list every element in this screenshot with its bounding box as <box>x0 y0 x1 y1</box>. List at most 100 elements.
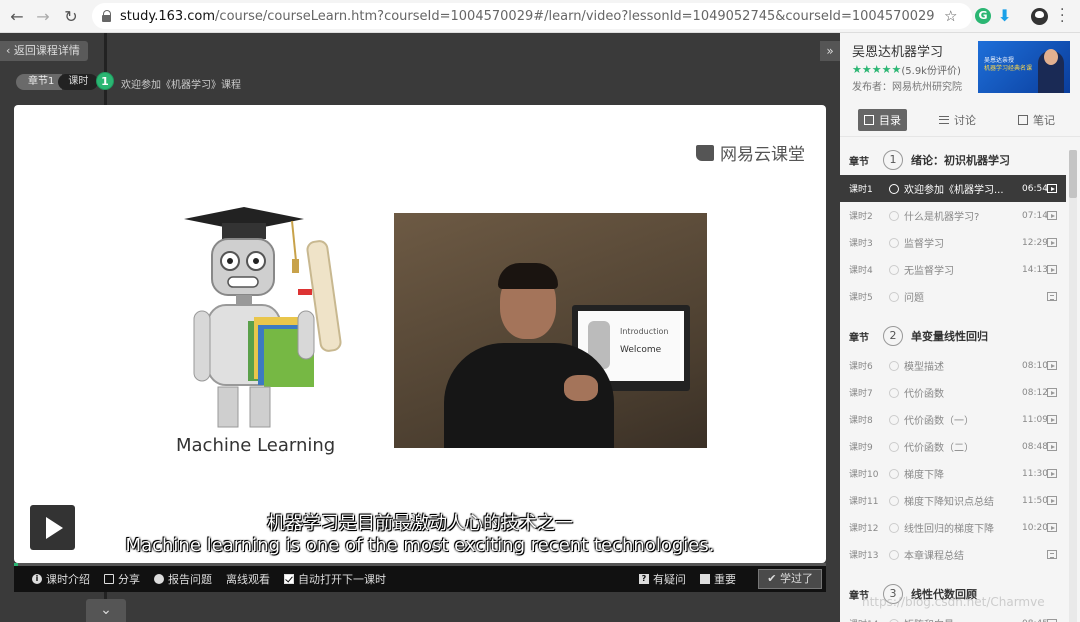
chevron-down-icon[interactable]: ⌄ <box>86 599 126 622</box>
address-bar[interactable]: study.163.com/course/courseLearn.htm?cou… <box>92 3 972 29</box>
back-arrow-icon[interactable]: ← <box>6 5 28 27</box>
lesson-row[interactable]: 课时5 问题 <box>840 283 1066 310</box>
lesson-title: 矩阵和向量 <box>904 616 1024 622</box>
profile-avatar-icon[interactable] <box>1031 8 1048 25</box>
tab-catalog[interactable]: 目录 <box>858 108 907 131</box>
lesson-row[interactable]: 课时13 本章课程总结 <box>840 541 1066 568</box>
tab-notes[interactable]: 笔记 <box>1012 109 1061 131</box>
lesson-row[interactable]: 课时14 矩阵和向量08:45 <box>840 610 1066 622</box>
lesson-row[interactable]: 课时7 代价函数 08:12 <box>840 379 1066 406</box>
lesson-label: 课时4 <box>849 266 873 276</box>
chapter-row[interactable]: 章节 1 绪论：初识机器学习 <box>840 145 1066 175</box>
share-button[interactable]: 分享 <box>104 571 140 587</box>
chapter-label: 章节 <box>849 156 869 168</box>
lesson-status-icon <box>889 237 899 248</box>
chapter-number-badge: 2 <box>883 326 903 346</box>
lesson-title: 梯度下降 <box>904 470 944 481</box>
lesson-status-icon <box>889 618 899 622</box>
video-icon <box>1047 361 1057 370</box>
lesson-label: 课时9 <box>849 443 873 453</box>
lesson-duration: 11:30 <box>1022 468 1048 479</box>
scrollbar-thumb[interactable] <box>1069 150 1077 198</box>
lesson-row[interactable]: 课时12 线性回归的梯度下降 10:20 <box>840 514 1066 541</box>
question-icon: ? <box>639 574 649 584</box>
lesson-row[interactable]: 课时1 欢迎参加《机器学习... 06:54 <box>840 175 1066 202</box>
lesson-status-icon <box>889 468 899 479</box>
lesson-title: 欢迎参加《机器学习... <box>904 185 1004 196</box>
lesson-title: 代价函数（二） <box>904 443 974 454</box>
chapter-label: 章节 <box>849 332 869 344</box>
sidebar-tabs: 目录 讨论 笔记 <box>840 103 1080 137</box>
url-text: study.163.com/course/courseLearn.htm?cou… <box>120 8 935 24</box>
catalog-scrollbar[interactable] <box>1069 150 1077 622</box>
video-frame[interactable]: 网易云课堂 Machine Learning Introduction Welc… <box>14 105 826 563</box>
video-icon <box>1047 184 1057 193</box>
lesson-intro-button[interactable]: i 课时介绍 <box>32 571 90 587</box>
browser-menu-icon[interactable]: · · · <box>1060 3 1064 29</box>
autoplay-toggle[interactable]: 自动打开下一课时 <box>284 571 386 587</box>
info-icon: i <box>32 574 42 584</box>
player-area: ‹ 返回课程详情 » 章节1 课时 1 欢迎参加《机器学习》课程 网易云课堂 M… <box>0 33 840 622</box>
important-button[interactable]: 重要 <box>700 571 736 587</box>
star-icon: ★ <box>852 63 862 76</box>
share-icon <box>104 574 114 584</box>
player-toolbar: i 课时介绍 分享 报告问题 离线观看 自动打开下一课时 ? 有疑问 重要 ✔ 学过… <box>14 566 826 592</box>
question-button[interactable]: ? 有疑问 <box>639 571 686 587</box>
star-icon: ★ <box>871 63 882 76</box>
play-icon[interactable] <box>30 505 75 550</box>
lesson-status-icon <box>889 183 899 194</box>
lesson-title: 问题 <box>904 293 924 304</box>
lesson-title: 什么是机器学习? <box>904 212 980 223</box>
expand-sidebar-icon[interactable]: » <box>820 41 840 61</box>
lesson-number-badge: 1 <box>96 72 114 90</box>
back-to-course-button[interactable]: ‹ 返回课程详情 <box>0 41 88 61</box>
lesson-row[interactable]: 课时4 无监督学习 14:13 <box>840 256 1066 283</box>
lesson-row[interactable]: 课时9 代价函数（二） 08:48 <box>840 433 1066 460</box>
lesson-row[interactable]: 课时3 监督学习 12:29 <box>840 229 1066 256</box>
lesson-label: 课时2 <box>849 212 873 222</box>
lesson-row[interactable]: 课时8 代价函数（一） 11:09 <box>840 406 1066 433</box>
checkbox-icon[interactable] <box>284 574 294 584</box>
lesson-row[interactable]: 课时10 梯度下降 11:30 <box>840 460 1066 487</box>
course-sidebar: 吴恩达机器学习 ★ ★ ★ ★ ★ (5.9k份评价) 发布者：网易杭州研究院 … <box>840 33 1080 622</box>
lesson-duration: 14:13 <box>1022 264 1048 275</box>
chapter-row[interactable]: 章节 2 单变量线性回归 <box>840 320 1066 352</box>
forward-arrow-icon[interactable]: → <box>32 5 54 27</box>
course-rating: ★ ★ ★ ★ ★ (5.9k份评价) <box>852 62 961 77</box>
browser-toolbar: ← → ↻ study.163.com/course/courseLearn.h… <box>0 0 1080 33</box>
lesson-duration: 08:10 <box>1022 360 1048 371</box>
extension-download-icon[interactable]: ⬇ <box>998 6 1014 25</box>
tab-discuss[interactable]: 讨论 <box>933 109 982 131</box>
course-title[interactable]: 吴恩达机器学习 <box>852 41 943 60</box>
lesson-duration: 06:54 <box>1022 183 1048 194</box>
lesson-label: 课时12 <box>849 524 879 534</box>
subtitle-english: Machine learning is one of the most exci… <box>125 535 715 556</box>
lesson-status-icon <box>889 549 899 560</box>
bookmark-star-icon[interactable]: ☆ <box>944 7 957 25</box>
lesson-duration: 08:12 <box>1022 387 1048 398</box>
lesson-status-icon <box>889 360 899 371</box>
offline-watch-button[interactable]: 离线观看 <box>226 571 270 587</box>
lesson-label: 课时1 <box>849 185 873 195</box>
lesson-duration: 11:09 <box>1022 414 1048 425</box>
reload-icon[interactable]: ↻ <box>60 5 82 27</box>
mark-learned-button[interactable]: ✔ 学过了 <box>758 569 822 589</box>
video-icon <box>1047 496 1057 505</box>
lesson-status-icon <box>889 495 899 506</box>
lesson-title: 欢迎参加《机器学习》课程 <box>121 80 241 91</box>
lesson-title: 线性回归的梯度下降 <box>904 524 994 535</box>
brand-book-icon <box>696 144 714 161</box>
lesson-row[interactable]: 课时2 什么是机器学习? 07:14 <box>840 202 1066 229</box>
video-icon <box>1047 469 1057 478</box>
lesson-row[interactable]: 课时6 模型描述 08:10 <box>840 352 1066 379</box>
lesson-status-icon <box>889 210 899 221</box>
lesson-status-icon <box>889 441 899 452</box>
report-issue-button[interactable]: 报告问题 <box>154 571 212 587</box>
extension-grammarly-icon[interactable]: G <box>975 8 991 24</box>
chapter-tag: 章节1 <box>16 74 63 90</box>
lesson-label: 课时14 <box>849 617 889 622</box>
course-thumbnail[interactable]: 吴恩达亲授 机器学习经典名课 <box>978 41 1070 93</box>
lesson-duration: 08:45 <box>1022 619 1048 622</box>
lesson-row[interactable]: 课时11 梯度下降知识点总结 11:50 <box>840 487 1066 514</box>
subtitle-chinese: 机器学习是目前最激动人心的技术之一 <box>267 513 573 534</box>
